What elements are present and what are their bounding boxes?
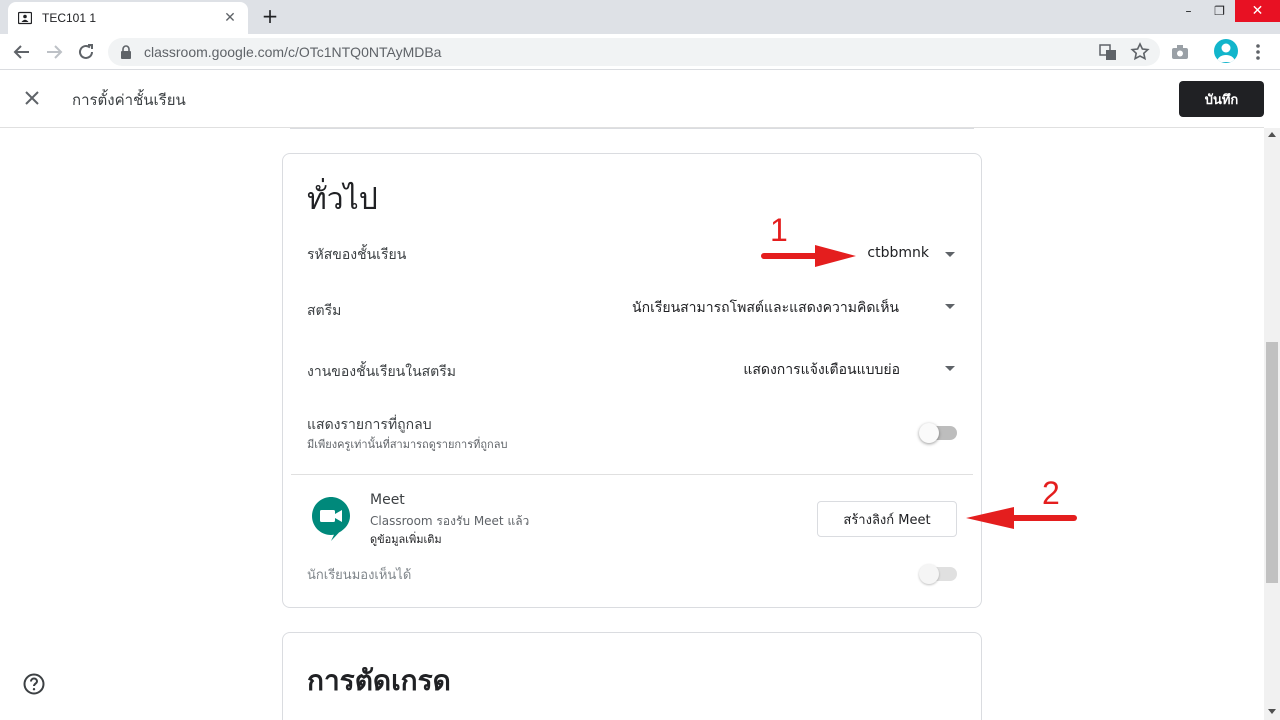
address-bar[interactable]: classroom.google.com/c/OTc1NTQ0NTAyMDBa [108,38,1160,66]
grading-card: การตัดเกรด [282,632,982,720]
settings-header: การตั้งค่าชั้นเรียน บันทึก [0,71,1264,128]
general-section-title: ทั่วไป [307,182,378,217]
previous-card-edge [290,128,974,129]
camera-icon[interactable] [1168,40,1192,64]
class-code-dropdown-icon[interactable] [945,252,955,257]
show-deleted-label: แสดงรายการที่ถูกลบ [307,417,432,433]
toggle-knob [919,564,939,584]
new-tab-button[interactable]: + [258,5,282,29]
browser-toolbar: classroom.google.com/c/OTc1NTQ0NTAyMDBa [0,34,1280,70]
profile-avatar-icon [1217,43,1235,62]
scroll-up-icon[interactable] [1268,132,1276,137]
general-card: ทั่วไป รหัสของชั้นเรียน ctbbmnk สตรีม นั… [282,153,982,608]
tab-title: TEC101 1 [42,11,97,25]
minimize-button[interactable]: – [1173,0,1204,22]
show-deleted-subtext: มีเพียงครูเท่านั้นที่สามารถดูรายการที่ถู… [307,438,508,451]
browser-tabstrip: TEC101 1 ✕ + – ❐ ✕ [0,0,1280,34]
settings-content: ทั่วไป รหัสของชั้นเรียน ctbbmnk สตรีม นั… [0,128,1264,720]
profile-avatar[interactable] [1214,39,1238,63]
meet-subtitle: Classroom รองรับ Meet แล้ว [370,514,530,528]
generate-meet-link-button[interactable]: สร้างลิงก์ Meet [817,501,957,537]
stream-dropdown-icon[interactable] [945,304,955,309]
class-code-label: รหัสของชั้นเรียน [307,247,407,263]
annotation-arrow-1-icon [761,245,856,267]
lock-icon [121,45,131,59]
browser-menu-icon[interactable] [1246,40,1270,64]
classwork-dropdown-icon[interactable] [945,366,955,371]
translate-icon[interactable] [1096,40,1120,64]
students-visible-toggle[interactable] [919,564,957,584]
close-icon[interactable] [20,86,44,110]
bookmark-star-icon[interactable] [1128,40,1152,64]
window-controls: – ❐ ✕ [1173,0,1280,24]
classwork-on-stream-value[interactable]: แสดงการแจ้งเตือนแบบย่อ [713,359,900,381]
forward-arrow-icon[interactable] [42,40,66,64]
scroll-down-icon[interactable] [1268,709,1276,714]
page-scrollbar[interactable] [1264,128,1280,720]
stream-value[interactable]: นักเรียนสามารถโพสต์และแสดงความคิดเห็น [613,297,899,319]
meet-title: Meet [370,492,405,508]
grading-section-title: การตัดเกรด [307,664,451,697]
browser-tab[interactable]: TEC101 1 ✕ [8,2,248,34]
reload-icon[interactable] [74,40,98,64]
help-icon[interactable] [22,672,46,696]
section-divider [291,474,973,475]
window-close-button[interactable]: ✕ [1235,0,1280,22]
classwork-on-stream-label: งานของชั้นเรียนในสตรีม [307,364,457,380]
back-arrow-icon[interactable] [10,40,34,64]
classroom-favicon-icon [18,11,32,25]
students-visible-label: นักเรียนมองเห็นได้ [307,568,412,583]
page-title: การตั้งค่าชั้นเรียน [72,91,186,109]
tab-close-icon[interactable]: ✕ [222,10,238,26]
url-text: classroom.google.com/c/OTc1NTQ0NTAyMDBa [144,44,442,60]
scroll-thumb[interactable] [1266,342,1278,583]
save-button[interactable]: บันทึก [1179,81,1264,117]
annotation-arrow-2-icon [966,507,1077,529]
stream-label: สตรีม [307,303,342,319]
meet-learn-more-link[interactable]: ดูข้อมูลเพิ่มเติม [370,530,442,548]
show-deleted-toggle[interactable] [919,423,957,443]
toggle-knob [919,423,939,443]
restore-button[interactable]: ❐ [1204,0,1235,22]
google-meet-icon [312,497,350,541]
